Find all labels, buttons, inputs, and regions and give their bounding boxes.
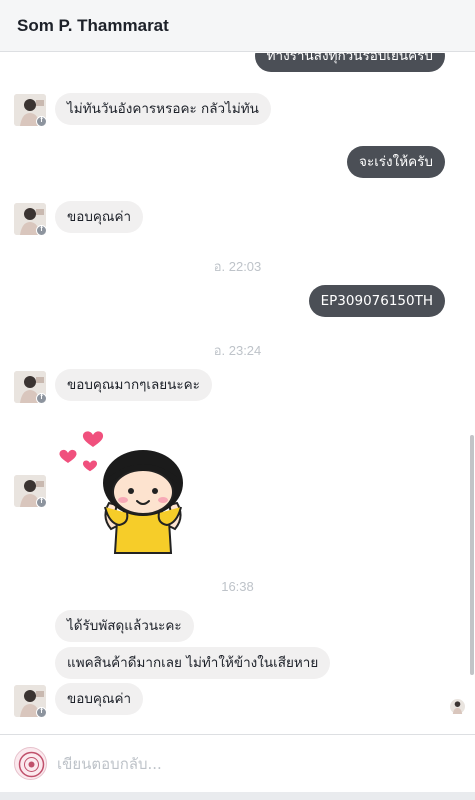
- page-profile-icon[interactable]: [14, 747, 47, 780]
- timestamp-divider: อ. 23:24: [213, 343, 262, 358]
- messenger-badge-icon: f: [36, 225, 46, 235]
- timestamp-divider: 16:38: [221, 579, 254, 594]
- outgoing-message[interactable]: จะเร่งให้ครับ: [347, 146, 445, 178]
- outgoing-message[interactable]: EP309076150TH: [308, 285, 445, 317]
- incoming-message[interactable]: แพคสินค้าดีมากเลย ไม่ทำให้ข้างในเสียหาย: [55, 647, 331, 679]
- reply-composer: [0, 734, 475, 792]
- incoming-message[interactable]: ขอบคุณมากๆเลยนะคะ: [55, 369, 212, 401]
- incoming-message[interactable]: ได้รับพัสดุแล้วนะคะ: [55, 610, 194, 642]
- contact-avatar[interactable]: f: [14, 475, 46, 507]
- incoming-message[interactable]: ไม่ทันวันอังคารหรอคะ กลัวไม่ทัน: [55, 93, 271, 125]
- outgoing-message[interactable]: ทางร้านส่งทุกวันรอบเย็นครับ: [254, 53, 445, 72]
- incoming-message[interactable]: ขอบคุณค่า: [55, 683, 144, 715]
- heart-icon: [82, 431, 104, 447]
- incoming-message[interactable]: ขอบคุณค่า: [55, 201, 144, 233]
- seal-logo-icon: [18, 751, 45, 778]
- contact-avatar[interactable]: f: [14, 203, 46, 235]
- reply-input[interactable]: [57, 752, 437, 776]
- contact-avatar[interactable]: f: [14, 371, 46, 403]
- chat-scrollbar[interactable]: [469, 53, 475, 734]
- contact-avatar[interactable]: f: [14, 685, 46, 717]
- messenger-badge-icon: f: [36, 393, 46, 403]
- heart-icon: [59, 449, 77, 463]
- seen-avatar-icon: [450, 699, 465, 714]
- contact-avatar[interactable]: f: [14, 94, 46, 126]
- contact-name[interactable]: Som P. Thammarat: [17, 16, 169, 35]
- conversation-header: Som P. Thammarat: [0, 0, 475, 52]
- messenger-badge-icon: f: [36, 116, 46, 126]
- window-bottom-edge: [0, 792, 475, 800]
- heart-icon: [82, 460, 98, 472]
- message-list[interactable]: ทางร้านส่งทุกวันรอบเย็นครับ f ไม่ทันวันอ…: [0, 53, 475, 734]
- messenger-badge-icon: f: [36, 707, 46, 717]
- scrollbar-thumb[interactable]: [470, 435, 474, 675]
- girl-hearts-sticker[interactable]: [57, 425, 197, 555]
- timestamp-divider: อ. 22:03: [213, 259, 262, 274]
- messenger-badge-icon: f: [36, 497, 46, 507]
